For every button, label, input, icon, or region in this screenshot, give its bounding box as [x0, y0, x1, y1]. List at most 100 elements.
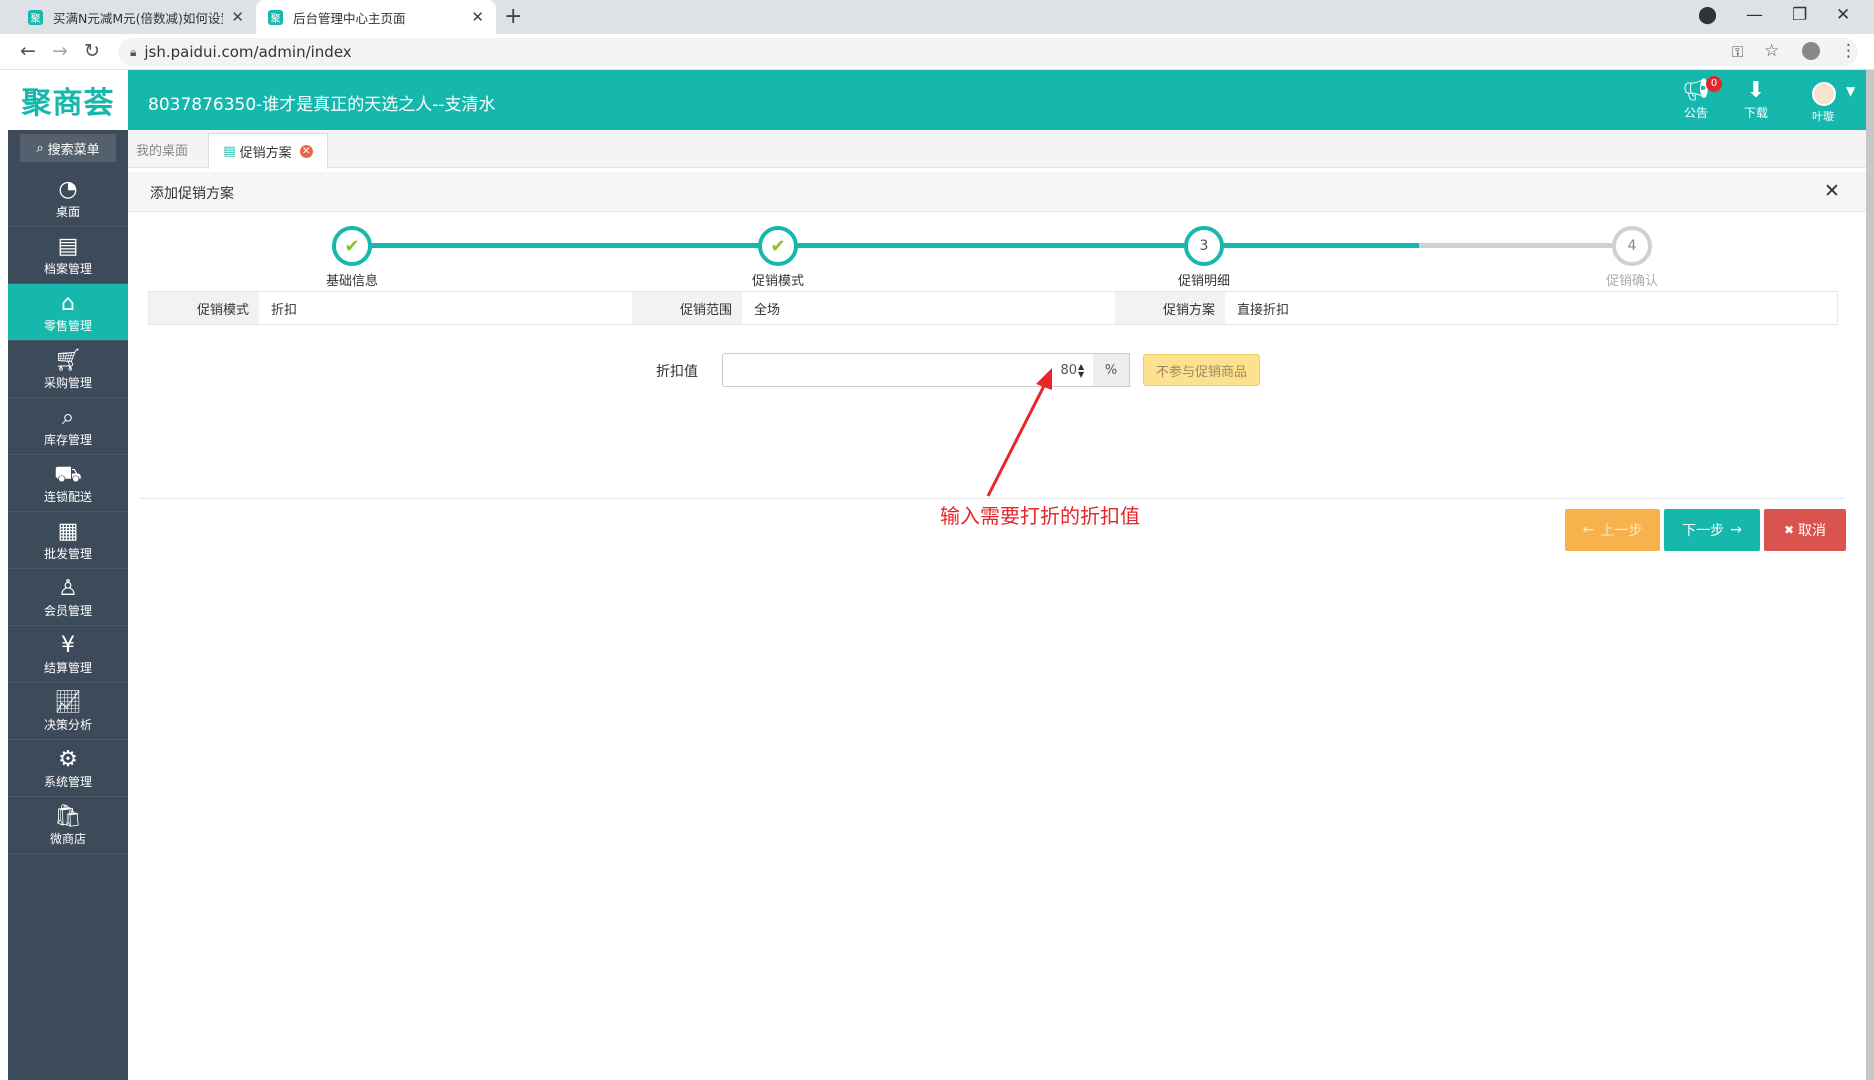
step-2-check-icon: ✔	[758, 226, 798, 266]
key-icon[interactable]: ⚿	[1732, 43, 1743, 61]
url-text: jsh.paidui.com/admin/index	[144, 43, 352, 61]
download-label: 下载	[1743, 106, 1768, 120]
step-connector	[1204, 243, 1419, 248]
step-4-label: 促销确认	[1605, 274, 1658, 289]
tab-my-desktop[interactable]: 我的桌面	[136, 140, 188, 159]
sidebar-item-label: 连锁配送	[43, 489, 92, 504]
sidebar-item-delivery[interactable]: ⛟ 连锁配送	[8, 455, 128, 512]
restore-button[interactable]: ❐	[1792, 5, 1807, 25]
sidebar-item-label: 桌面	[55, 204, 80, 219]
settlement-icon: ¥	[61, 632, 75, 658]
dialog-title: 添加促销方案	[150, 186, 234, 202]
sidebar-item-retail[interactable]: ⌂ 零售管理	[8, 284, 128, 341]
sidebar-item-wholesale[interactable]: ▦ 批发管理	[8, 512, 128, 569]
sidebar-item-member[interactable]: ♙ 会员管理	[8, 569, 128, 626]
close-window-button[interactable]: ✕	[1836, 5, 1850, 25]
annotation-text: 输入需要打折的折扣值	[940, 504, 1140, 528]
arrow-right-icon: →	[1730, 522, 1742, 538]
info-value-plan: 直接折扣	[1237, 302, 1290, 318]
annotation-arrow	[986, 368, 1052, 497]
sidebar-item-system[interactable]: ⚙ 系统管理	[8, 740, 128, 797]
menu-dots-icon[interactable]: ⋮	[1840, 41, 1857, 61]
profile-dropdown-icon[interactable]: ⬤	[1698, 5, 1717, 25]
sidebar-item-analysis[interactable]: 📈︎ 决策分析	[8, 683, 128, 740]
sidebar-item-archive[interactable]: ▤ 档案管理	[8, 227, 128, 284]
search-icon: ⌕	[36, 140, 44, 156]
delivery-icon: ⛟	[54, 461, 82, 487]
next-step-label: 下一步	[1682, 523, 1725, 539]
tab-label: 促销方案	[239, 146, 292, 161]
bookmark-star-icon[interactable]: ☆	[1764, 41, 1779, 61]
step-connector	[778, 243, 1204, 248]
sidebar-item-label: 决策分析	[43, 717, 92, 732]
notice-label: 公告	[1683, 106, 1708, 120]
sidebar-item-desktop[interactable]: ◔ 桌面	[8, 170, 128, 227]
sidebar-item-label: 批发管理	[43, 546, 92, 561]
browser-tab-1[interactable]: 聚 买满N元减M元(倍数减)如何设置 ✕	[16, 0, 256, 34]
info-value-scope: 全场	[754, 302, 781, 318]
sidebar-item-label: 采购管理	[43, 375, 92, 390]
step-connector	[352, 243, 778, 248]
reload-icon[interactable]: ↻	[84, 40, 100, 62]
minimize-button[interactable]: —	[1746, 5, 1763, 25]
close-dialog-icon[interactable]: ✕	[1824, 180, 1840, 202]
wholesale-icon: ▦	[57, 518, 79, 544]
back-icon[interactable]: ←	[20, 40, 36, 62]
next-step-button[interactable]: 下一步 →	[1664, 509, 1760, 551]
lock-icon: 🔒︎	[130, 44, 137, 59]
arrow-left-icon: ←	[1582, 522, 1595, 538]
exclude-products-button[interactable]: 不参与促销商品	[1143, 354, 1260, 386]
analysis-icon: 📈︎	[54, 689, 82, 715]
page-scrollbar[interactable]	[1866, 70, 1874, 1080]
browser-tab-2[interactable]: 聚 后台管理中心主页面 ✕	[256, 0, 496, 34]
sidebar-item-inventory[interactable]: ⌕ 库存管理	[8, 398, 128, 455]
store-icon: ⌂	[61, 290, 75, 316]
page-title: 8037876350-谁才是真正的天选之人--支清水	[148, 95, 496, 115]
previous-step-button[interactable]: ← 上一步	[1565, 509, 1660, 551]
sidebar-item-purchase[interactable]: 🛒︎ 采购管理	[8, 341, 128, 398]
caret-down-icon[interactable]: ▼	[1846, 84, 1855, 98]
browser-tab-title: 后台管理中心主页面	[293, 10, 406, 26]
inventory-icon: ⌕	[61, 404, 75, 430]
step-4-indicator: 4	[1612, 226, 1652, 266]
sidebar-item-label: 系统管理	[43, 774, 92, 789]
microstore-icon: 🛍︎	[54, 803, 82, 829]
url-field[interactable]: 🔒︎ jsh.paidui.com/admin/index	[118, 38, 1858, 66]
step-1-check-icon: ✔	[332, 226, 372, 266]
new-tab-button[interactable]: +	[504, 4, 522, 29]
sidebar-item-label: 结算管理	[43, 660, 92, 675]
download-button[interactable]: ⬇ 下载	[1732, 78, 1780, 121]
sidebar-item-label: 档案管理	[43, 261, 92, 276]
avatar[interactable]	[1812, 82, 1836, 106]
cancel-button[interactable]: ✖ 取消	[1764, 509, 1846, 551]
info-label-scope: 促销范围	[632, 292, 742, 324]
search-menu-button[interactable]: ⌕ 搜索菜单	[20, 134, 116, 162]
settings-icon: ⚙	[58, 746, 78, 772]
percent-addon: %	[1093, 353, 1130, 387]
document-icon: ▤	[223, 144, 236, 159]
close-tab-icon[interactable]: ✕	[299, 145, 313, 158]
sidebar-item-label: 库存管理	[43, 432, 92, 447]
sidebar-item-microstore[interactable]: 🛍︎ 微商店	[8, 797, 128, 854]
site-favicon-icon: 聚	[268, 9, 283, 25]
member-icon: ♙	[58, 575, 78, 601]
number-spinner-icon[interactable]: ▲ ▼	[1078, 363, 1084, 379]
app-tab-bar	[128, 130, 1866, 168]
download-icon: ⬇	[1746, 78, 1766, 103]
close-tab-icon[interactable]: ✕	[471, 8, 484, 26]
archive-icon: ▤	[57, 233, 79, 259]
sidebar-item-settlement[interactable]: ¥ 结算管理	[8, 626, 128, 683]
tab-promotion-plan[interactable]: ▤ 促销方案 ✕	[208, 133, 328, 169]
forward-icon[interactable]: →	[52, 40, 68, 62]
info-label-mode: 促销模式	[149, 292, 259, 324]
sidebar-item-label: 微商店	[49, 831, 86, 846]
step-1-label: 基础信息	[325, 274, 378, 289]
close-icon: ✖	[1783, 523, 1795, 537]
search-menu-label: 搜索菜单	[47, 142, 100, 158]
account-icon[interactable]	[1802, 42, 1820, 60]
cancel-label: 取消	[1798, 523, 1827, 539]
browser-tab-title: 买满N元减M元(倍数减)如何设置	[53, 10, 224, 26]
purchase-icon: 🛒︎	[54, 347, 82, 373]
dialog-header	[128, 172, 1866, 212]
close-tab-icon[interactable]: ✕	[231, 8, 244, 26]
